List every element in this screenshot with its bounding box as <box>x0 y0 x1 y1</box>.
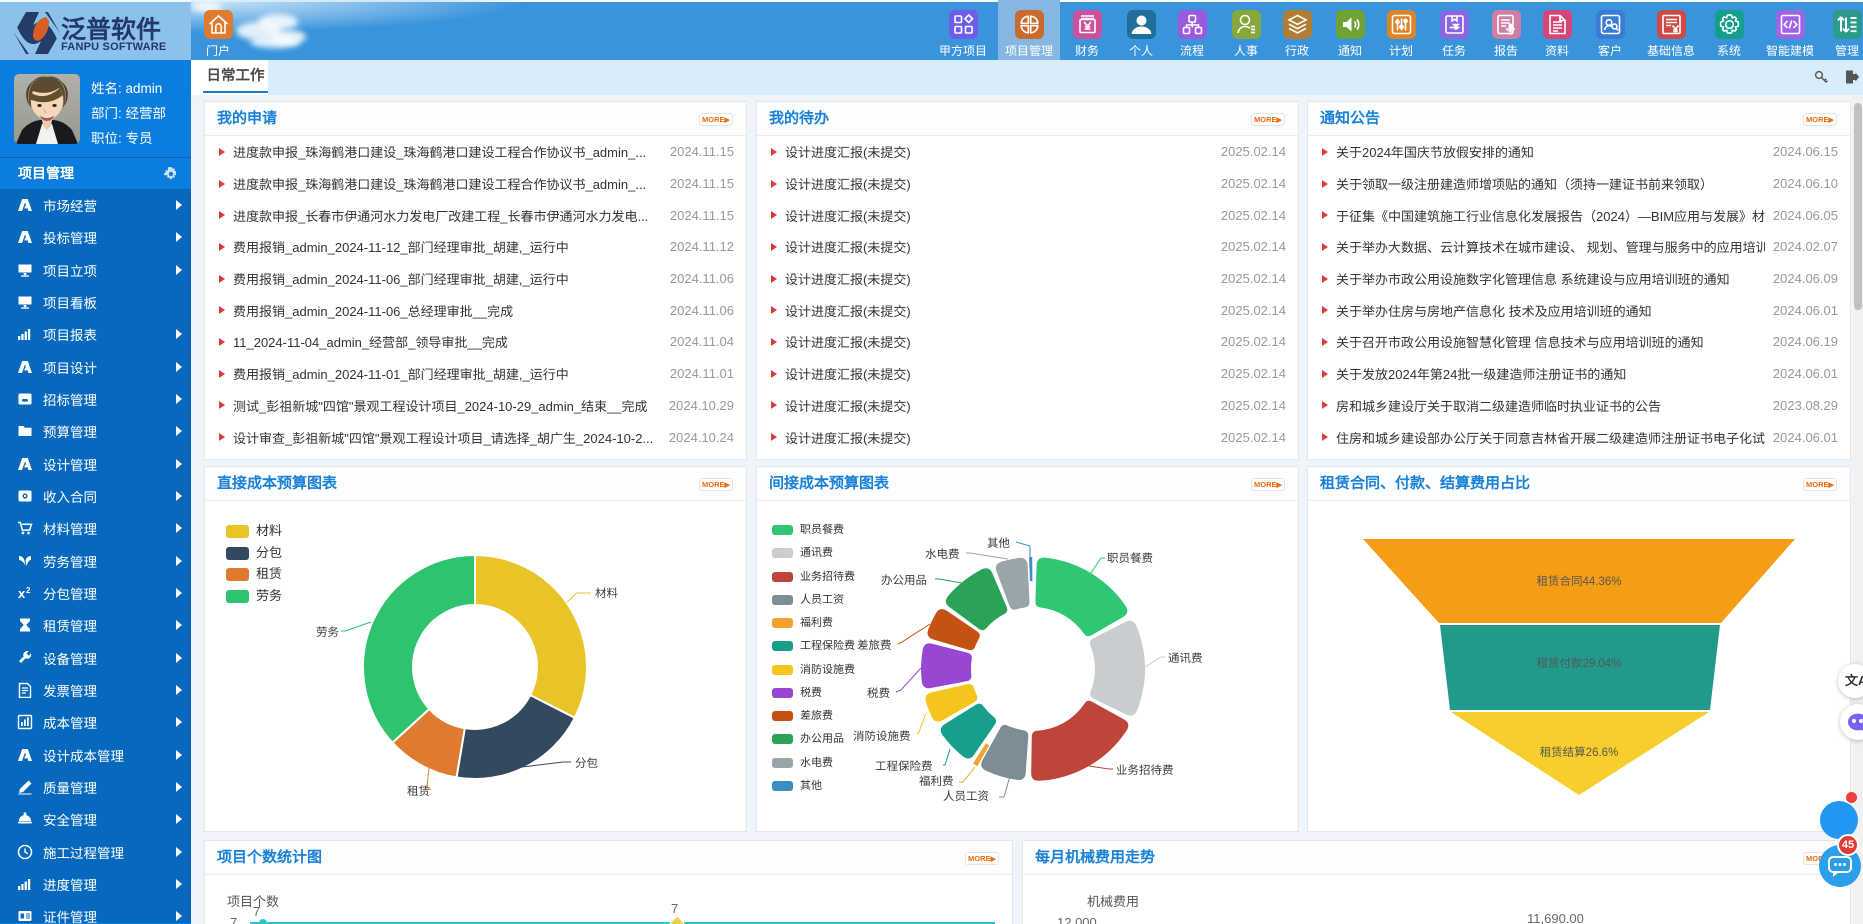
svg-text:劳务: 劳务 <box>316 626 339 639</box>
svg-text:工程保险费: 工程保险费 <box>875 760 933 773</box>
svg-text:职员餐费: 职员餐费 <box>1107 552 1153 565</box>
svg-text:租赁结算26.6%: 租赁结算26.6% <box>1540 746 1619 759</box>
svg-text:差旅费: 差旅费 <box>857 639 892 652</box>
svg-text:办公用品: 办公用品 <box>881 574 927 587</box>
svg-text:文A: 文A <box>1844 673 1863 688</box>
svg-text:租赁合同44.36%: 租赁合同44.36% <box>1536 575 1621 588</box>
svg-text:租赁: 租赁 <box>407 785 430 798</box>
svg-text:消防设施费: 消防设施费 <box>853 730 911 743</box>
svg-text:通讯费: 通讯费 <box>1168 652 1203 665</box>
svg-text:材料: 材料 <box>595 587 618 600</box>
svg-text:福利费: 福利费 <box>919 775 954 788</box>
svg-text:分包: 分包 <box>575 757 598 770</box>
svg-text:其他: 其他 <box>987 537 1010 550</box>
svg-text:人员工资: 人员工资 <box>943 790 989 803</box>
svg-text:x: x <box>18 586 26 601</box>
svg-text:税费: 税费 <box>867 687 890 700</box>
svg-text:水电费: 水电费 <box>925 548 960 561</box>
svg-text:2: 2 <box>26 586 31 595</box>
svg-text:业务招待费: 业务招待费 <box>1116 764 1174 777</box>
svg-text:租赁付款29.04%: 租赁付款29.04% <box>1536 657 1621 670</box>
